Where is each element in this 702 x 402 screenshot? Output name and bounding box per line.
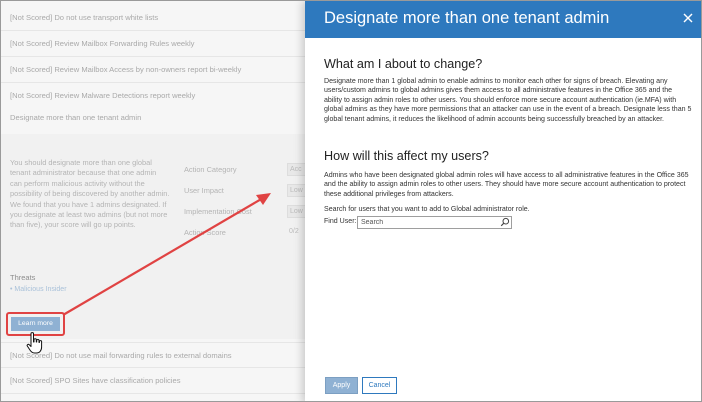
impact-description: Admins who have been designated global a… [324,172,689,198]
action-description: You should designate more than one globa… [10,158,170,230]
search-hint-text: Search for users that you want to add to… [324,206,530,213]
change-description: Designate more than 1 global admin to en… [324,78,692,123]
search-icon[interactable] [500,217,510,227]
list-item[interactable]: [Not Scored] Do not use mail forwarding … [1,342,305,368]
designate-admin-panel: Designate more than one tenant admin Wha… [305,1,701,401]
panel-header: Designate more than one tenant admin [305,1,701,38]
learn-more-button[interactable]: Learn more [11,317,60,331]
secure-score-action-list: [Not Scored] Do not use transport white … [1,1,307,401]
meta-value: Low [287,205,307,218]
cancel-button[interactable]: Cancel [362,377,397,394]
threats-heading: Threats [10,273,36,282]
threat-link[interactable]: • Malicious Insider [10,286,67,293]
section-heading-impact: How will this affect my users? [324,149,489,163]
list-item[interactable] [1,394,305,401]
close-icon[interactable] [681,11,695,25]
list-item[interactable]: [Not Scored] Review Mailbox Access by no… [1,57,305,83]
meta-value: Low [287,184,307,197]
section-heading-change: What am I about to change? [324,57,483,71]
panel-title: Designate more than one tenant admin [324,9,610,27]
hand-pointer-icon [26,332,43,354]
list-item[interactable]: [Not Scored] Review Mailbox Forwarding R… [1,31,305,57]
meta-value: 0/2 [289,228,299,235]
action-details: You should designate more than one globa… [1,134,307,339]
apply-button[interactable]: Apply [325,377,358,394]
meta-label: Action Score [184,228,226,237]
meta-label: Implementation Cost [184,207,252,216]
find-user-search-input[interactable] [357,216,512,229]
meta-label: Action Category [184,165,237,174]
meta-value: Acc [287,163,307,176]
find-user-label: Find User: [324,218,357,225]
list-item[interactable]: [Not Scored] Do not use transport white … [1,5,305,31]
screenshot-frame: [Not Scored] Do not use transport white … [0,0,702,402]
meta-label: User Impact [184,186,224,195]
list-item-selected[interactable]: Designate more than one tenant admin [1,105,305,131]
list-item[interactable]: [Not Scored] SPO Sites have classificati… [1,368,305,394]
